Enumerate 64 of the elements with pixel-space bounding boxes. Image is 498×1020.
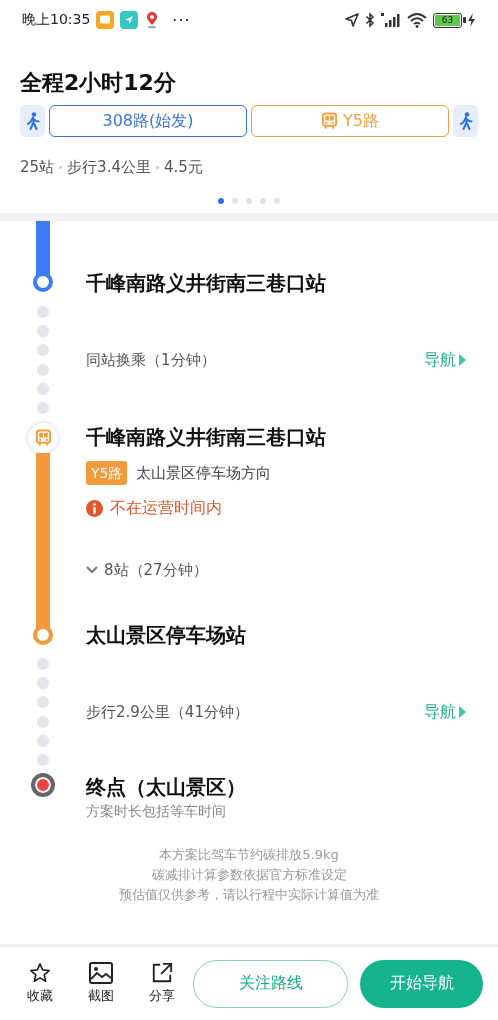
bluetooth-icon [365,12,375,28]
walk-dot [37,382,49,395]
follow-route-button[interactable]: 关注路线 [192,959,349,1008]
bus-icon [34,429,52,447]
image-icon [89,962,114,984]
share-icon [151,962,174,984]
navigate-link[interactable]: 导航 [424,349,466,371]
carbon-note-line: 本方案比驾车节约碳排放5.9kg [159,846,339,864]
share-button[interactable]: 分享 [131,962,193,1005]
walk-instruction: 同站换乘（1分钟） [86,350,216,370]
station-name: 千峰南路义井街南三巷口站 [86,270,327,297]
battery-indicator: 63 [433,12,476,28]
info-icon [86,499,103,517]
walking-person-icon [25,112,40,130]
walk-dot [37,753,49,766]
walk-dot [37,715,49,728]
star-icon [29,962,52,984]
route-direction: 太山景区停车场方向 [136,463,272,483]
destination-name: 终点（太山景区） [86,774,247,801]
page-indicator-dot[interactable] [232,198,238,204]
walk-dot [37,734,49,747]
station-marker [33,272,53,292]
chevron-down-icon [86,566,98,574]
wifi-icon [407,12,427,28]
walk-dot [37,658,49,671]
route-stat: 步行3.4公里 [67,157,151,177]
bus-icon [321,112,338,130]
page-indicator-dot[interactable] [260,198,266,204]
walking-person-icon [458,112,473,130]
route-leg-chip[interactable]: 308路(始发) [49,105,247,137]
destination-marker [31,773,55,797]
walk-dot [37,363,49,376]
route-stat: 4.5元 [163,157,203,177]
navigate-link[interactable]: 导航 [424,701,466,723]
route-tag: Y5路 [86,461,128,485]
walk-dot [37,696,49,709]
stops-toggle[interactable]: 8站（27分钟） [86,559,466,581]
walk-dot [37,677,49,690]
favorite-button[interactable]: 收藏 [10,962,71,1005]
status-time: 晚上10:35 [22,11,91,29]
walk-dot [37,325,49,338]
signal-icon [381,12,401,28]
location-arrow-icon [345,13,359,27]
start-navigation-button[interactable]: 开始导航 [360,959,483,1008]
route-duration-title: 全程2小时12分 [20,69,177,97]
carbon-note-line: 预估值仅供参考，请以行程中实际计算值为准 [119,886,379,904]
station-marker [33,625,53,645]
walk-dot [37,344,49,357]
walk-dot [37,401,49,414]
caret-icon [459,706,466,718]
more-notifications: ··· [172,10,191,30]
screenshot-button[interactable]: 截图 [70,962,132,1005]
station-name: 太山景区停车场站 [86,622,247,649]
destination-note: 方案时长包括等车时间 [86,802,227,821]
page-indicator-dot[interactable] [246,198,252,204]
walk-instruction: 步行2.9公里（41分钟） [86,702,249,722]
route-stat: 25站 [20,157,55,177]
walk-dot [37,306,49,319]
carbon-note-line: 碳减排计算参数依据官方标准设定 [151,866,347,884]
page-indicator-dot[interactable] [218,198,224,204]
caret-icon [459,354,466,366]
station-name: 千峰南路义井街南三巷口站 [86,424,327,451]
page-indicator-dot[interactable] [274,198,280,204]
service-warning: 不在运营时间内 [110,497,222,519]
